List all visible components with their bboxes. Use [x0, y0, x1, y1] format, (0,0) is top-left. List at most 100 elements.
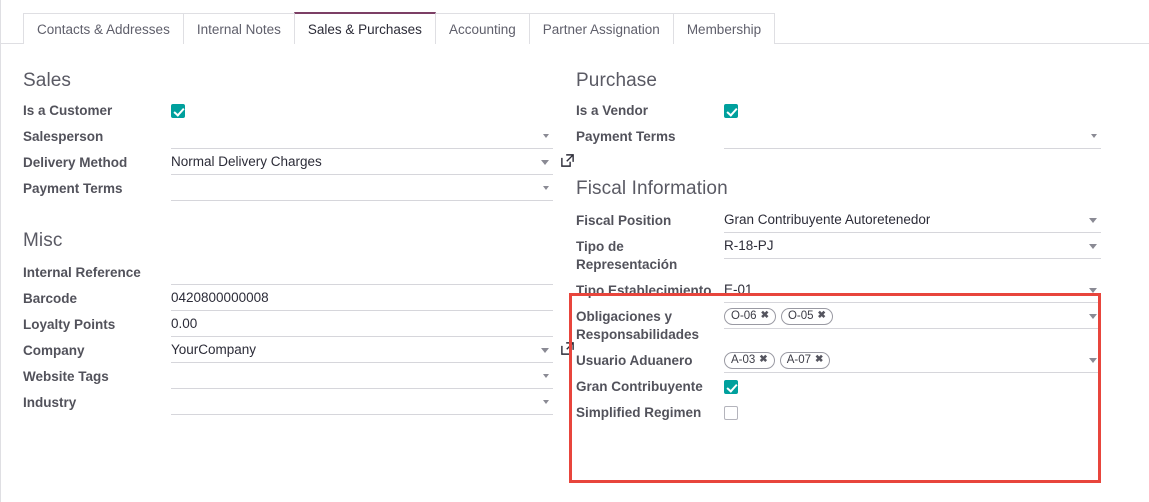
- field-value: Gran Contribuyente Autoretenedor: [724, 210, 930, 230]
- gran-contribuyente-checkbox[interactable]: [724, 380, 738, 394]
- chevron-down-icon[interactable]: [543, 374, 549, 378]
- chevron-down-icon[interactable]: [543, 186, 549, 190]
- form-view: Contacts & Addresses Internal Notes Sale…: [0, 0, 1149, 502]
- tab-label: Accounting: [449, 22, 516, 37]
- field-is-a-customer: Is a Customer: [23, 98, 553, 124]
- tab-label: Contacts & Addresses: [37, 22, 170, 37]
- tipo-establecimiento-input[interactable]: E-01: [724, 278, 1101, 303]
- field-obligaciones-responsabilidades: Obligaciones y Responsabilidades O-06 ✖ …: [576, 304, 1101, 348]
- tag-list: A-03 ✖ A-07 ✖: [724, 352, 830, 369]
- tag-chip[interactable]: A-07 ✖: [780, 352, 831, 369]
- field-company: Company YourCompany: [23, 338, 553, 364]
- tag-chip[interactable]: O-05 ✖: [781, 308, 833, 325]
- usuario-aduanero-input[interactable]: A-03 ✖ A-07 ✖: [724, 348, 1101, 373]
- chevron-down-icon[interactable]: [543, 134, 549, 138]
- chevron-down-icon[interactable]: [1089, 244, 1097, 249]
- tag-chip[interactable]: A-03 ✖: [724, 352, 775, 369]
- tipo-representacion-input[interactable]: R-18-PJ: [724, 234, 1101, 259]
- tab-label: Membership: [687, 22, 761, 37]
- field-label: Barcode: [23, 286, 171, 308]
- tab-partner-assignation[interactable]: Partner Assignation: [529, 13, 674, 44]
- field-value: R-18-PJ: [724, 236, 774, 256]
- loyalty-points-input[interactable]: 0.00: [171, 312, 553, 337]
- tab-internal-notes[interactable]: Internal Notes: [183, 13, 295, 44]
- field-label: Tipo de Representación: [576, 234, 724, 274]
- delivery-method-input[interactable]: Normal Delivery Charges: [171, 150, 553, 175]
- chevron-down-icon[interactable]: [541, 348, 549, 353]
- field-label: Payment Terms: [576, 124, 724, 146]
- field-delivery-method: Delivery Method Normal Delivery Charges: [23, 150, 553, 176]
- field-label: Is a Customer: [23, 98, 171, 120]
- external-link-icon[interactable]: [560, 153, 575, 168]
- obligaciones-input[interactable]: O-06 ✖ O-05 ✖: [724, 304, 1101, 329]
- chevron-down-icon[interactable]: [1089, 288, 1097, 293]
- close-icon[interactable]: ✖: [759, 355, 767, 365]
- field-label-line2: Responsabilidades: [576, 327, 699, 342]
- internal-reference-input[interactable]: [171, 260, 553, 285]
- chevron-down-icon[interactable]: [543, 400, 549, 404]
- field-tipo-representacion: Tipo de Representación R-18-PJ: [576, 234, 1101, 278]
- right-column: Purchase Is a Vendor Payment Terms: [576, 44, 1101, 426]
- field-label: Website Tags: [23, 364, 171, 386]
- field-purchase-payment-terms: Payment Terms: [576, 124, 1101, 150]
- tab-contacts-addresses[interactable]: Contacts & Addresses: [23, 13, 184, 44]
- website-tags-input[interactable]: [171, 364, 553, 389]
- field-label: Obligaciones y Responsabilidades: [576, 304, 724, 344]
- tag-label: O-05: [788, 309, 814, 324]
- external-link-icon[interactable]: [560, 341, 575, 356]
- field-value: 0420800000008: [171, 288, 269, 308]
- group-title-purchase: Purchase: [576, 68, 1101, 98]
- fiscal-position-input[interactable]: Gran Contribuyente Autoretenedor: [724, 208, 1101, 233]
- tag-label: A-07: [787, 353, 811, 368]
- field-is-a-vendor: Is a Vendor: [576, 98, 1101, 124]
- field-gran-contribuyente: Gran Contribuyente: [576, 374, 1101, 400]
- group-title-misc: Misc: [23, 228, 553, 258]
- field-loyalty-points: Loyalty Points 0.00: [23, 312, 553, 338]
- tab-sales-purchases[interactable]: Sales & Purchases: [294, 12, 436, 44]
- field-label: Gran Contribuyente: [576, 374, 724, 396]
- field-internal-reference: Internal Reference: [23, 260, 553, 286]
- field-label: Internal Reference: [23, 260, 171, 282]
- industry-input[interactable]: [171, 390, 553, 415]
- field-usuario-aduanero: Usuario Aduanero A-03 ✖ A-07 ✖: [576, 348, 1101, 374]
- field-value: 0.00: [171, 314, 197, 334]
- field-barcode: Barcode 0420800000008: [23, 286, 553, 312]
- chevron-down-icon[interactable]: [1089, 314, 1097, 319]
- tab-label: Internal Notes: [197, 22, 281, 37]
- close-icon[interactable]: ✖: [815, 355, 823, 365]
- simplified-regimen-checkbox[interactable]: [724, 406, 738, 420]
- field-label-line2: Representación: [576, 257, 677, 272]
- salesperson-input[interactable]: [171, 124, 553, 149]
- chevron-down-icon[interactable]: [1089, 358, 1097, 363]
- tab-label: Partner Assignation: [543, 22, 660, 37]
- field-label: Company: [23, 338, 171, 360]
- field-tipo-establecimiento: Tipo Establecimiento E-01: [576, 278, 1101, 304]
- tag-label: A-03: [731, 353, 755, 368]
- field-value: E-01: [724, 280, 753, 300]
- company-input[interactable]: YourCompany: [171, 338, 553, 363]
- field-industry: Industry: [23, 390, 553, 416]
- field-simplified-regimen: Simplified Regimen: [576, 400, 1101, 426]
- is-a-vendor-checkbox[interactable]: [724, 104, 738, 118]
- close-icon[interactable]: ✖: [761, 311, 769, 321]
- tag-label: O-06: [731, 309, 757, 324]
- group-title-sales: Sales: [23, 68, 553, 98]
- field-salesperson: Salesperson: [23, 124, 553, 150]
- chevron-down-icon[interactable]: [1089, 218, 1097, 223]
- field-label: Is a Vendor: [576, 98, 724, 120]
- close-icon[interactable]: ✖: [818, 311, 826, 321]
- tab-accounting[interactable]: Accounting: [435, 13, 530, 44]
- tag-list: O-06 ✖ O-05 ✖: [724, 308, 833, 325]
- purchase-payment-terms-input[interactable]: [724, 124, 1101, 149]
- tag-chip[interactable]: O-06 ✖: [724, 308, 776, 325]
- chevron-down-icon[interactable]: [1091, 134, 1097, 138]
- field-value: YourCompany: [171, 340, 256, 360]
- field-label: Delivery Method: [23, 150, 171, 172]
- chevron-down-icon[interactable]: [541, 160, 549, 165]
- tab-label: Sales & Purchases: [308, 22, 422, 37]
- barcode-input[interactable]: 0420800000008: [171, 286, 553, 311]
- tab-membership[interactable]: Membership: [673, 13, 775, 44]
- sales-payment-terms-input[interactable]: [171, 176, 553, 201]
- is-a-customer-checkbox[interactable]: [171, 104, 185, 118]
- field-label: Tipo Establecimiento: [576, 278, 724, 300]
